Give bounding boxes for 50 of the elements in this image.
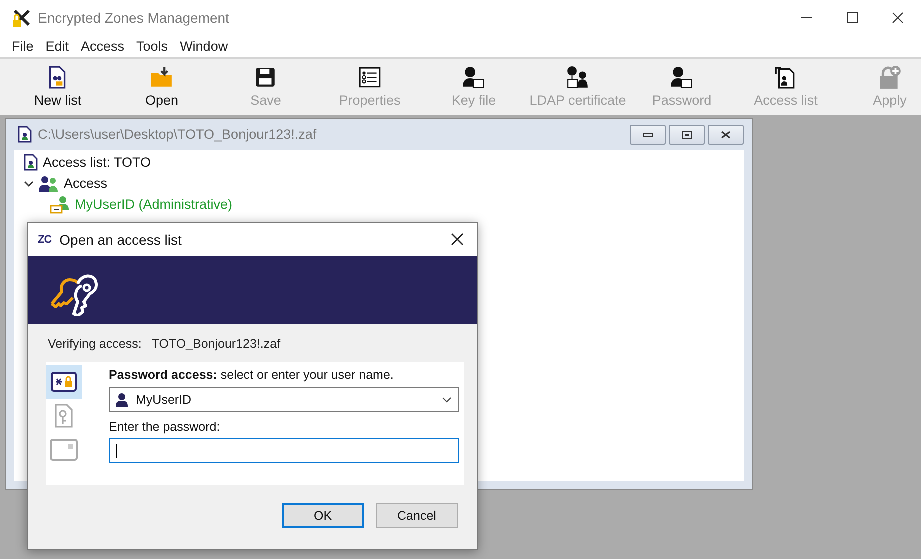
logo: ZC (38, 234, 52, 246)
menu-item[interactable]: Tools (130, 38, 174, 54)
restore-button[interactable] (669, 124, 705, 144)
tree-item[interactable]: MyUserID (Administrative) (75, 197, 233, 212)
minimize-button[interactable] (630, 124, 666, 144)
close-icon (892, 12, 904, 24)
file-name: TOTO_Bonjour123!.zaf (152, 337, 281, 353)
card-icon (50, 439, 78, 461)
menu-item[interactable]: Edit (40, 38, 76, 54)
menu-item[interactable]: File (6, 38, 40, 54)
tree-item[interactable]: Access list: TOTO (43, 155, 152, 170)
close-icon (721, 130, 731, 138)
globe-person-icon (566, 66, 590, 90)
maximize-icon (846, 12, 858, 23)
close-icon (450, 233, 464, 246)
user-select[interactable]: MyUserID (109, 387, 459, 412)
list-icon (358, 66, 382, 90)
chevron-down-icon (442, 396, 452, 402)
close-button[interactable] (708, 124, 744, 144)
folder-icon (150, 66, 174, 90)
dialog-title: Open an access list (60, 232, 182, 248)
tools-padlock-icon (12, 8, 32, 28)
person-icon (116, 392, 128, 406)
minimize-icon (643, 132, 653, 136)
child-window-title: C:\Users\user\Desktop\TOTO_Bonjour123!.zaf (38, 127, 317, 142)
minimize-icon (800, 16, 812, 18)
padlock-plus-icon (878, 66, 902, 90)
toolbar-button[interactable]: New list (6, 59, 110, 115)
verifying-label: Verifying access: (48, 337, 142, 353)
key-document-icon (54, 403, 74, 429)
dialog-button[interactable]: OK (282, 503, 364, 528)
password-field[interactable] (109, 438, 459, 463)
password-label: Enter the password: (109, 420, 222, 436)
doc-people-icon (24, 154, 38, 171)
toolbar-button[interactable]: Open (110, 59, 214, 115)
person-card-icon (462, 66, 486, 90)
access-method-tab[interactable] (46, 365, 82, 399)
menu-item[interactable]: Access (75, 38, 131, 54)
person-badge-icon (50, 196, 70, 214)
people-icon (39, 176, 59, 192)
tree-item[interactable]: Access (64, 176, 108, 191)
chevron-down-icon[interactable] (24, 180, 34, 188)
password-card-icon (51, 372, 77, 392)
person-card-icon (670, 66, 694, 90)
menu-item[interactable]: Window (174, 38, 234, 54)
access-heading: Password access: select or enter your user name. (109, 368, 395, 384)
doc-people-icon (18, 126, 32, 143)
restore-icon (682, 130, 692, 138)
dialog-button[interactable]: Cancel (376, 503, 458, 528)
window-title: Encrypted Zones Management (38, 10, 230, 26)
